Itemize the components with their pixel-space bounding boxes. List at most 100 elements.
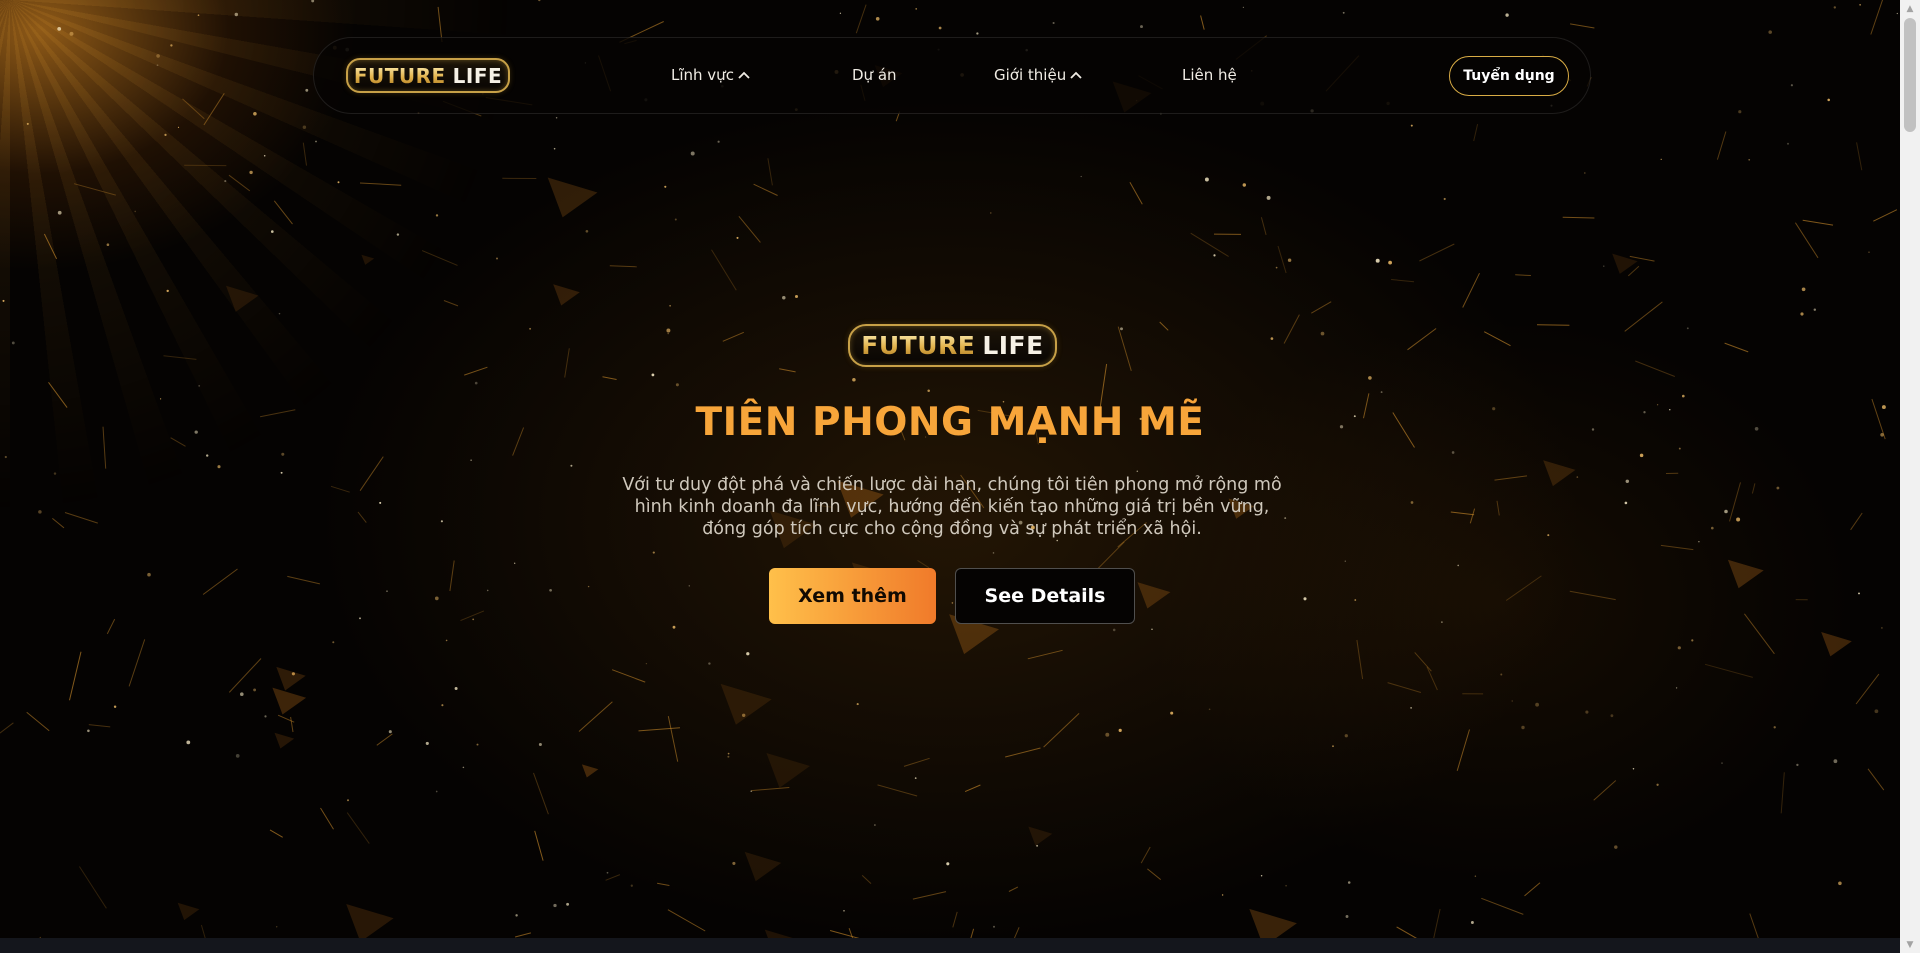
particle-dot — [235, 754, 240, 758]
particle-link — [1856, 142, 1863, 171]
particle-link — [1627, 265, 1640, 277]
particle-dot — [1511, 700, 1513, 702]
particle-link — [1729, 482, 1741, 522]
particle-dot — [106, 243, 110, 246]
particle-link — [449, 560, 455, 592]
particle-dot — [856, 703, 859, 706]
particle-dot — [1213, 254, 1216, 257]
particle-dot — [874, 824, 876, 826]
particle-dot — [1768, 30, 1772, 34]
particle-dot — [1838, 881, 1842, 886]
particle-dot — [708, 662, 711, 665]
logo-word-future: FUTURE — [861, 331, 976, 360]
see-more-button[interactable]: Xem thêm — [769, 568, 936, 624]
particle-dot — [1585, 710, 1589, 714]
particle-dot — [746, 652, 750, 656]
particle-dot — [1776, 486, 1780, 490]
particle-link — [751, 787, 790, 792]
particle-link — [1624, 301, 1663, 332]
particle-dot — [253, 688, 257, 692]
see-details-button[interactable]: See Details — [955, 568, 1135, 624]
particle-dot — [1410, 124, 1413, 127]
particle-link — [359, 182, 402, 186]
particle-dot — [1625, 479, 1630, 484]
particle-dot — [1738, 110, 1742, 114]
particle-link — [1724, 342, 1749, 353]
particle-shard — [1028, 826, 1053, 846]
particle-link — [611, 669, 646, 683]
particle-link — [228, 174, 251, 192]
nav-item-du-an[interactable]: Dự án — [852, 66, 897, 84]
particle-link — [952, 911, 958, 928]
particle-link — [1716, 131, 1727, 160]
particle-dot — [669, 304, 671, 307]
particle-link — [1660, 544, 1694, 551]
chevron-up-icon — [738, 71, 750, 79]
particle-link — [464, 366, 488, 376]
particle-dot — [1208, 708, 1211, 711]
particle-dot — [147, 572, 151, 577]
particle-link — [1190, 232, 1229, 257]
particle-dot — [1786, 142, 1790, 145]
particle-shard — [1821, 632, 1852, 657]
particle-dot — [727, 755, 730, 758]
particle-dot — [1736, 517, 1741, 522]
hero-logo: FUTURE LIFE — [848, 324, 1057, 367]
logo-word-life: LIFE — [452, 63, 503, 88]
particle-dot — [1868, 251, 1870, 253]
particle-link — [1873, 209, 1898, 222]
particle-dot — [337, 181, 340, 184]
hero-description-line: hình kinh doanh đa lĩnh vực, hướng đến k… — [634, 497, 1270, 517]
particle-link — [1850, 512, 1863, 531]
recruitment-button[interactable]: Tuyển dụng — [1449, 56, 1569, 96]
particle-shard — [720, 683, 772, 725]
particle-dot — [113, 705, 117, 708]
nav-logo[interactable]: FUTURE LIFE — [346, 58, 510, 93]
particle-dot — [1896, 12, 1898, 15]
particle-dot — [388, 730, 392, 734]
particle-dot — [170, 44, 173, 47]
particle-link — [1414, 652, 1432, 672]
particle-dot — [1380, 391, 1383, 394]
particle-link — [1433, 908, 1441, 939]
particle-dot — [275, 926, 278, 928]
particle-link — [1283, 314, 1300, 344]
particle-link — [128, 639, 146, 687]
scrollbar-thumb[interactable] — [1904, 18, 1916, 132]
particle-shard — [766, 753, 810, 788]
particle-dot — [462, 766, 465, 769]
particle-dot — [585, 229, 589, 233]
particle-dot — [53, 472, 57, 475]
particle-dot — [938, 26, 942, 30]
particle-link — [1140, 846, 1151, 864]
particle-link — [1570, 23, 1595, 29]
particle-dot — [1052, 21, 1055, 25]
scroll-down-icon[interactable]: ▼ — [1900, 936, 1920, 953]
page-scrollbar[interactable]: ▲ ▼ — [1900, 0, 1920, 953]
hero-page: FUTURE LIFE Lĩnh vực Dự án Giới thiệu Li… — [0, 0, 1900, 953]
particle-dot — [198, 384, 201, 387]
nav-item-label: Lĩnh vực — [671, 66, 734, 84]
nav-item-gioi-thieu[interactable]: Giới thiệu — [994, 66, 1082, 84]
particle-link — [657, 882, 670, 886]
particle-dot — [1675, 687, 1678, 689]
particle-link — [1473, 123, 1479, 142]
particle-link — [912, 891, 947, 900]
nav-item-linh-vuc[interactable]: Lĩnh vực — [671, 66, 750, 84]
particle-dot — [217, 465, 221, 469]
particle-dot — [396, 233, 400, 236]
nav-item-lien-he[interactable]: Liên hệ — [1182, 66, 1237, 84]
next-section-edge — [0, 938, 1900, 953]
particle-dot — [270, 230, 274, 233]
particle-dot — [26, 122, 29, 125]
particle-dot — [664, 185, 667, 188]
nav-item-label: Giới thiệu — [994, 66, 1067, 84]
scroll-up-icon[interactable]: ▲ — [1900, 0, 1920, 17]
particle-link — [1780, 772, 1785, 814]
particle-link — [667, 909, 706, 932]
particle-dot — [566, 902, 570, 906]
particle-link — [1855, 673, 1880, 705]
particle-dot — [87, 729, 90, 733]
particle-dot — [1639, 453, 1644, 458]
particle-link — [52, 518, 65, 529]
